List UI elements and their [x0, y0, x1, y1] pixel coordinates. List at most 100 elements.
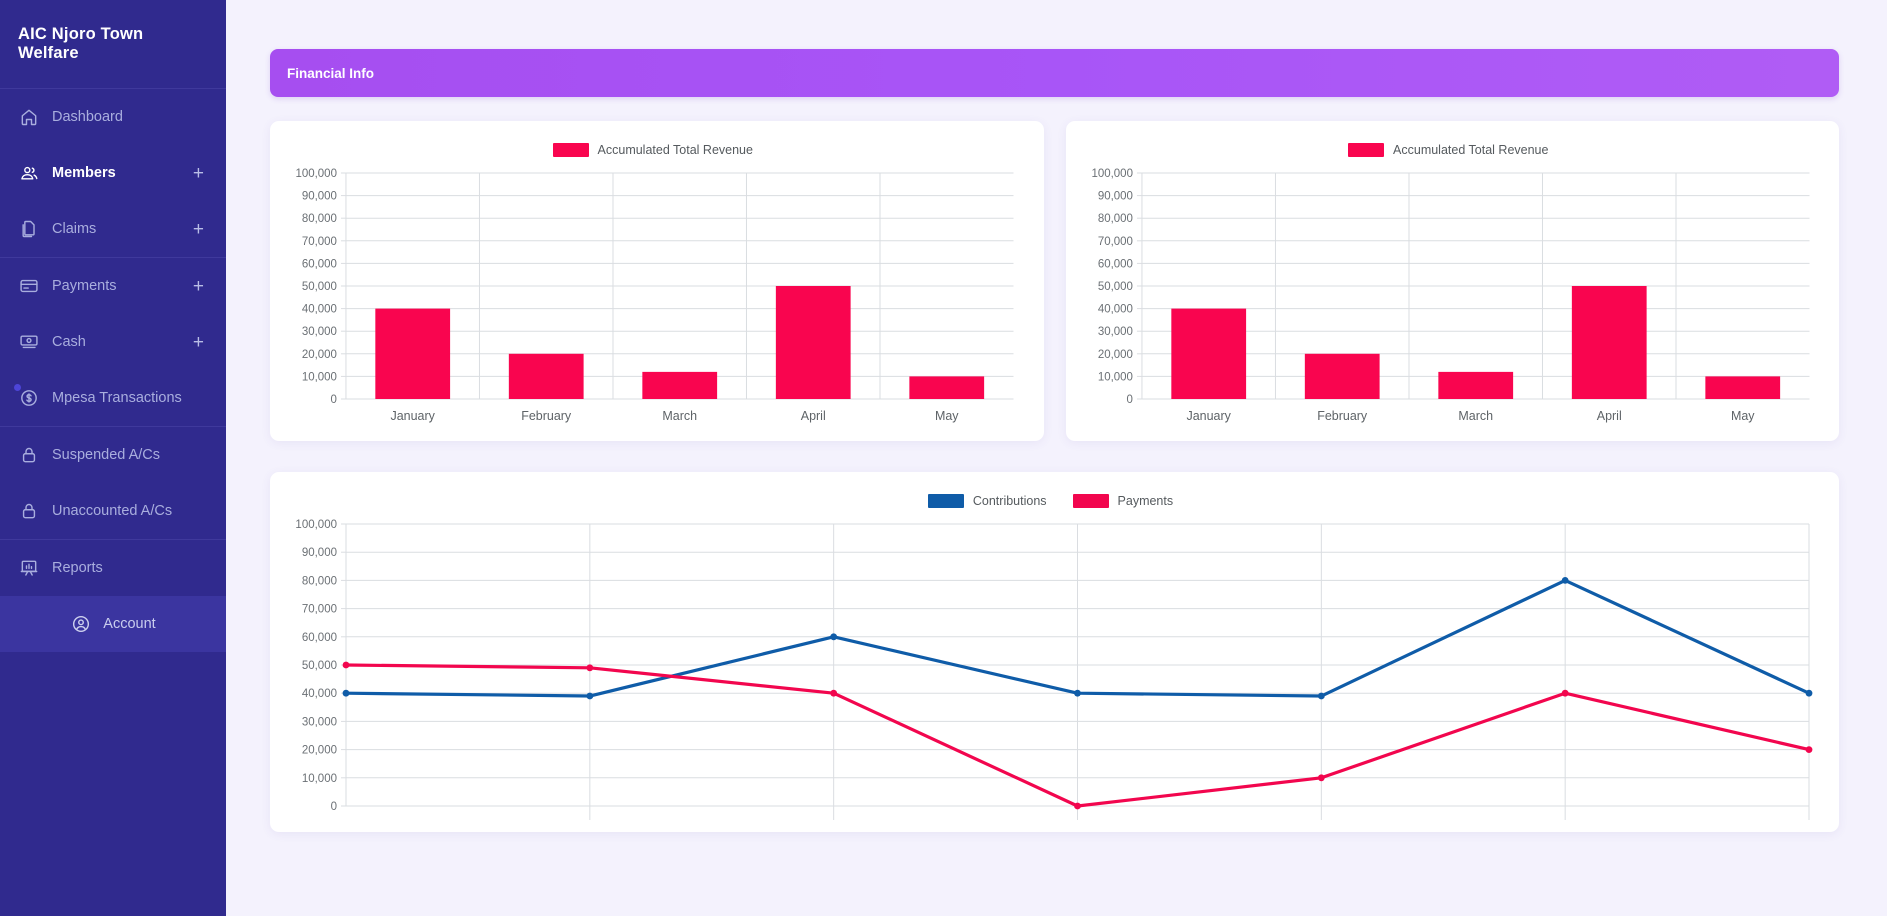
svg-text:40,000: 40,000	[302, 688, 337, 700]
plot-area: 0 10,000 20,000 30,000 40,000 50,000 60,000 70,…	[1080, 167, 1818, 429]
svg-text:60,000: 60,000	[302, 258, 337, 270]
chart-legend: Accumulated Total Revenue	[1080, 137, 1818, 163]
svg-text:April: April	[1596, 409, 1621, 423]
sidebar-item-label: Payments	[52, 278, 117, 294]
sidebar-item-label: Claims	[52, 221, 97, 237]
svg-text:May: May	[1730, 409, 1754, 423]
chart-legend: Accumulated Total Revenue	[284, 137, 1022, 163]
sidebar-item-label: Unaccounted A/Cs	[52, 503, 173, 519]
banknote-icon	[18, 332, 39, 353]
main-content: Financial Info Accumulated Total Revenue…	[226, 0, 1887, 916]
credit-card-icon	[18, 276, 39, 297]
svg-text:30,000: 30,000	[302, 716, 337, 728]
sidebar-item-dashboard[interactable]: Dashboard	[0, 89, 226, 145]
contributions-payments-chart: Contributions Payments 0 10,000 20,000 30,000…	[284, 488, 1817, 820]
svg-text:50,000: 50,000	[302, 281, 337, 293]
svg-text:0: 0	[331, 801, 337, 813]
legend-item[interactable]: Accumulated Total Revenue	[552, 143, 753, 157]
sidebar-nav: Dashboard Members + Claims + Payments + Cash + Mp…	[0, 89, 226, 652]
svg-text:January: January	[391, 409, 436, 423]
legend-label: Payments	[1117, 494, 1174, 508]
sidebar-item-label: Cash	[52, 334, 86, 350]
svg-text:February: February	[1317, 409, 1368, 423]
revenue-chart-card-left: Accumulated Total Revenue 0 10,000 20,000 30…	[270, 121, 1044, 441]
sidebar-item-unaccounted-a-cs[interactable]: Unaccounted A/Cs	[0, 483, 226, 539]
presentation-chart-icon	[18, 558, 39, 579]
sidebar-item-suspended-a-cs[interactable]: Suspended A/Cs	[0, 427, 226, 483]
sidebar-item-cash[interactable]: Cash +	[0, 314, 226, 370]
revenue-chart-card-right: Accumulated Total Revenue 0 10,000 20,000 30…	[1065, 121, 1839, 441]
svg-text:January: January	[1186, 409, 1231, 423]
legend-swatch	[927, 494, 964, 508]
svg-text:30,000: 30,000	[1097, 326, 1132, 338]
svg-text:February: February	[521, 409, 572, 423]
expand-plus-icon[interactable]: +	[193, 333, 204, 352]
sidebar-item-label: Dashboard	[52, 109, 123, 125]
legend-label: Contributions	[972, 494, 1047, 508]
sidebar-item-label: Members	[52, 165, 116, 181]
svg-text:70,000: 70,000	[1097, 236, 1132, 248]
legend-swatch	[1348, 143, 1385, 157]
svg-text:0: 0	[331, 394, 337, 406]
legend-item[interactable]: Payments	[1072, 494, 1174, 508]
page-title: Financial Info	[287, 65, 375, 81]
sidebar-item-label: Account	[103, 616, 156, 632]
app-root: AIC Njoro Town Welfare Dashboard Members +…	[0, 0, 1887, 916]
sidebar-item-reports[interactable]: Reports	[0, 540, 226, 596]
legend-swatch	[1072, 494, 1109, 508]
svg-text:10,000: 10,000	[1097, 371, 1132, 383]
expand-plus-icon[interactable]: +	[193, 164, 204, 183]
svg-text:March: March	[1458, 409, 1493, 423]
contributions-payments-card: Contributions Payments 0 10,000 20,000 30,000…	[270, 472, 1839, 832]
revenue-chart-right: Accumulated Total Revenue 0 10,000 20,000 30…	[1080, 137, 1818, 429]
svg-text:40,000: 40,000	[1097, 304, 1132, 316]
svg-text:100,000: 100,000	[1091, 168, 1133, 180]
expand-plus-icon[interactable]: +	[193, 277, 204, 296]
sidebar-item-label: Suspended A/Cs	[52, 447, 161, 463]
chart-svg: 0 10,000 20,000 30,000 40,000 50,000 60,000 70,…	[295, 168, 1014, 423]
notification-dot	[14, 384, 21, 391]
svg-text:90,000: 90,000	[302, 191, 337, 203]
plot-area: 0 10,000 20,000 30,000 40,000 50,000 60,000 70,…	[284, 518, 1817, 820]
sidebar-item-label: Mpesa Transactions	[52, 390, 182, 406]
svg-text:90,000: 90,000	[1097, 191, 1132, 203]
svg-text:80,000: 80,000	[302, 213, 337, 225]
chart-svg: 0 10,000 20,000 30,000 40,000 50,000 60,000 70,…	[1091, 168, 1810, 423]
svg-text:20,000: 20,000	[302, 745, 337, 757]
revenue-chart-left: Accumulated Total Revenue 0 10,000 20,000 30…	[284, 137, 1022, 429]
user-circle-icon	[70, 614, 91, 635]
page-header: Financial Info	[270, 49, 1839, 97]
chart-legend: Contributions Payments	[284, 488, 1817, 514]
expand-plus-icon[interactable]: +	[193, 220, 204, 239]
sidebar-item-members[interactable]: Members +	[0, 145, 226, 201]
legend-swatch	[552, 143, 589, 157]
svg-text:0: 0	[1126, 394, 1132, 406]
svg-text:20,000: 20,000	[1097, 349, 1132, 361]
legend-label: Accumulated Total Revenue	[1393, 143, 1549, 157]
svg-text:10,000: 10,000	[302, 773, 337, 785]
sidebar: AIC Njoro Town Welfare Dashboard Members +…	[0, 0, 226, 916]
sidebar-item-payments[interactable]: Payments +	[0, 258, 226, 314]
svg-text:80,000: 80,000	[1097, 213, 1132, 225]
documents-icon	[18, 219, 39, 240]
lock-icon	[18, 445, 39, 466]
dollar-circle-icon	[18, 388, 39, 409]
svg-text:100,000: 100,000	[295, 519, 337, 531]
svg-text:10,000: 10,000	[302, 371, 337, 383]
svg-text:40,000: 40,000	[302, 304, 337, 316]
svg-text:70,000: 70,000	[302, 604, 337, 616]
users-icon	[18, 163, 39, 184]
sidebar-item-mpesa-transactions[interactable]: Mpesa Transactions	[0, 370, 226, 426]
svg-text:50,000: 50,000	[302, 660, 337, 672]
legend-item[interactable]: Accumulated Total Revenue	[1348, 143, 1548, 157]
chart-svg: 0 10,000 20,000 30,000 40,000 50,000 60,000 70,…	[295, 519, 1813, 820]
sidebar-item-account[interactable]: Account	[0, 596, 226, 652]
home-icon	[18, 107, 39, 128]
svg-text:80,000: 80,000	[302, 575, 337, 587]
lock-icon	[18, 501, 39, 522]
bar-chart-row: Accumulated Total Revenue 0 10,000 20,000 30…	[270, 121, 1839, 441]
legend-item[interactable]: Contributions	[927, 494, 1047, 508]
svg-text:50,000: 50,000	[1097, 281, 1132, 293]
svg-text:May: May	[935, 409, 959, 423]
sidebar-item-claims[interactable]: Claims +	[0, 201, 226, 257]
